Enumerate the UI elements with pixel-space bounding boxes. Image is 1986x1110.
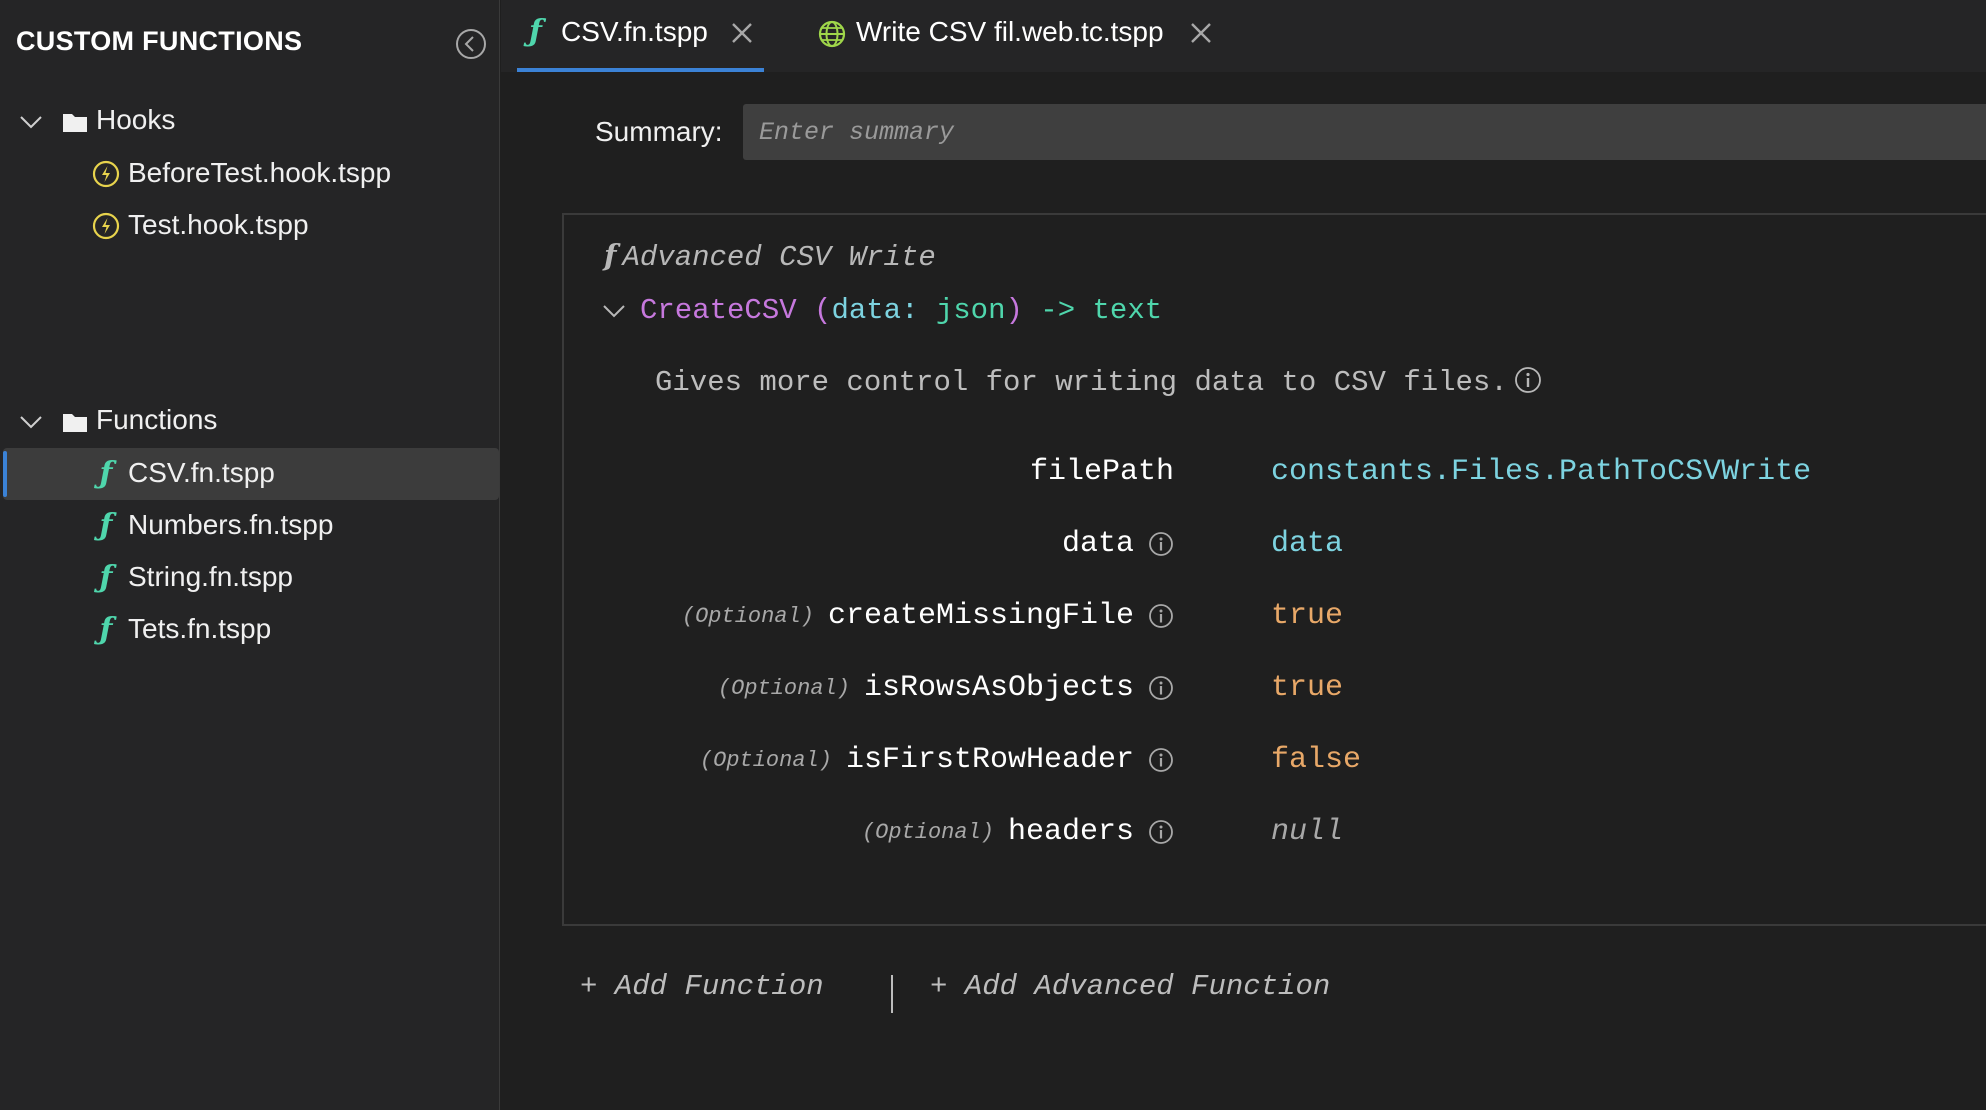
folder-icon: [63, 414, 87, 432]
param-row-filepath: filePath constants.Files.PathToCSVWrite: [562, 455, 1986, 505]
close-icon[interactable]: [729, 20, 755, 46]
tree-item-label: String.fn.tspp: [128, 561, 293, 592]
info-icon[interactable]: [1514, 366, 1542, 394]
actions-divider: [891, 975, 893, 1013]
tree-item-test-hook[interactable]: Test.hook.tspp: [0, 200, 499, 252]
param-name: createMissingFile: [827, 599, 1134, 633]
param-value-input[interactable]: null: [1271, 815, 1343, 849]
summary-input[interactable]: [743, 104, 1986, 160]
param-value-input[interactable]: false: [1271, 743, 1361, 777]
param-name: isFirstRowHeader: [845, 743, 1134, 777]
function-icon: f: [604, 238, 617, 272]
sidebar-title: CUSTOM FUNCTIONS: [16, 26, 303, 56]
signature-close-paren: ): [1005, 294, 1023, 327]
tree-item-string-fn[interactable]: ƒ String.fn.tspp: [0, 552, 499, 604]
globe-icon: [818, 20, 846, 48]
chevron-down-icon: [20, 416, 42, 429]
function-icon: ƒ: [529, 14, 542, 49]
signature-return-type: text: [1092, 294, 1163, 327]
tree-group-functions[interactable]: Functions: [0, 396, 499, 448]
active-tab-indicator: [517, 68, 764, 72]
summary-label: Summary:: [595, 116, 723, 147]
close-icon[interactable]: [1188, 20, 1214, 46]
signature-arrow: ->: [1022, 294, 1093, 327]
add-function-button[interactable]: + Add Function: [580, 970, 824, 1003]
info-icon[interactable]: [1148, 819, 1174, 845]
tab-label: CSV.fn.tspp: [561, 16, 708, 47]
function-description: Gives more control for writing data to C…: [655, 366, 1542, 399]
function-group-title: f Advanced CSV Write: [604, 238, 936, 274]
tree-item-beforetest-hook[interactable]: BeforeTest.hook.tspp: [0, 148, 499, 200]
tab-label: Write CSV fil.web.tc.tspp: [856, 16, 1164, 47]
param-row-isrowsasobjects: (Optional) isRowsAsObjects true: [562, 671, 1986, 721]
function-group-title-text: Advanced CSV Write: [622, 241, 936, 274]
param-value-input[interactable]: constants.Files.PathToCSVWrite: [1271, 455, 1811, 489]
tree-item-csv-fn[interactable]: ƒ CSV.fn.tspp: [3, 448, 499, 500]
param-row-data: data data: [562, 527, 1986, 577]
signature-param-name: data:: [831, 294, 919, 327]
lightning-icon: [92, 160, 120, 188]
optional-label: (Optional): [861, 819, 994, 845]
param-row-headers: (Optional) headers null: [562, 815, 1986, 865]
param-value-input[interactable]: true: [1271, 671, 1343, 705]
param-row-isfirstrowheader: (Optional) isFirstRowHeader false: [562, 743, 1986, 793]
lightning-icon: [92, 212, 120, 240]
function-icon: ƒ: [99, 612, 113, 647]
tab-csv-fn[interactable]: ƒ CSV.fn.tspp: [517, 0, 764, 72]
function-name[interactable]: CreateCSV: [640, 294, 797, 327]
tree-group-hooks[interactable]: Hooks: [0, 96, 499, 148]
function-signature: CreateCSV (data: json) -> text: [600, 294, 1162, 327]
signature-param-type: json: [918, 294, 1006, 327]
signature-open-paren: (: [796, 294, 832, 327]
optional-label: (Optional): [699, 747, 832, 773]
optional-label: (Optional): [717, 675, 850, 701]
param-row-createmissingfile: (Optional) createMissingFile true: [562, 599, 1986, 649]
chevron-down-icon[interactable]: [600, 298, 628, 322]
tree-item-numbers-fn[interactable]: ƒ Numbers.fn.tspp: [0, 500, 499, 552]
tree-item-label: BeforeTest.hook.tspp: [128, 157, 392, 188]
param-name: filePath: [1029, 455, 1174, 489]
add-advanced-function-button[interactable]: + Add Advanced Function: [930, 970, 1330, 1003]
tree-group-label: Functions: [96, 404, 218, 435]
optional-label: (Optional): [681, 603, 814, 629]
folder-icon: [63, 114, 87, 132]
tree-item-label: Numbers.fn.tspp: [128, 509, 334, 540]
function-icon: ƒ: [99, 560, 113, 595]
chevron-down-icon: [20, 116, 42, 129]
function-icon: ƒ: [99, 456, 113, 491]
tree-item-label: Test.hook.tspp: [128, 209, 309, 240]
info-icon[interactable]: [1148, 747, 1174, 773]
info-icon[interactable]: [1148, 675, 1174, 701]
info-icon[interactable]: [1148, 603, 1174, 629]
param-name: headers: [1007, 815, 1134, 849]
collapse-sidebar-button[interactable]: [455, 28, 487, 60]
tab-write-csv-web[interactable]: Write CSV fil.web.tc.tspp: [818, 0, 1238, 72]
function-icon: ƒ: [99, 508, 113, 543]
tree-group-label: Hooks: [96, 104, 176, 135]
function-description-text: Gives more control for writing data to C…: [655, 366, 1508, 399]
param-name: data: [1061, 527, 1134, 561]
tree-item-label: Tets.fn.tspp: [128, 613, 272, 644]
param-value-input[interactable]: data: [1271, 527, 1343, 561]
tree-item-tets-fn[interactable]: ƒ Tets.fn.tspp: [0, 604, 499, 656]
tree-item-label: CSV.fn.tspp: [128, 457, 275, 488]
sidebar: CUSTOM FUNCTIONS Hooks BeforeTest.hook.t…: [0, 0, 500, 1110]
param-name: isRowsAsObjects: [863, 671, 1134, 705]
param-value-input[interactable]: true: [1271, 599, 1343, 633]
info-icon[interactable]: [1148, 531, 1174, 557]
